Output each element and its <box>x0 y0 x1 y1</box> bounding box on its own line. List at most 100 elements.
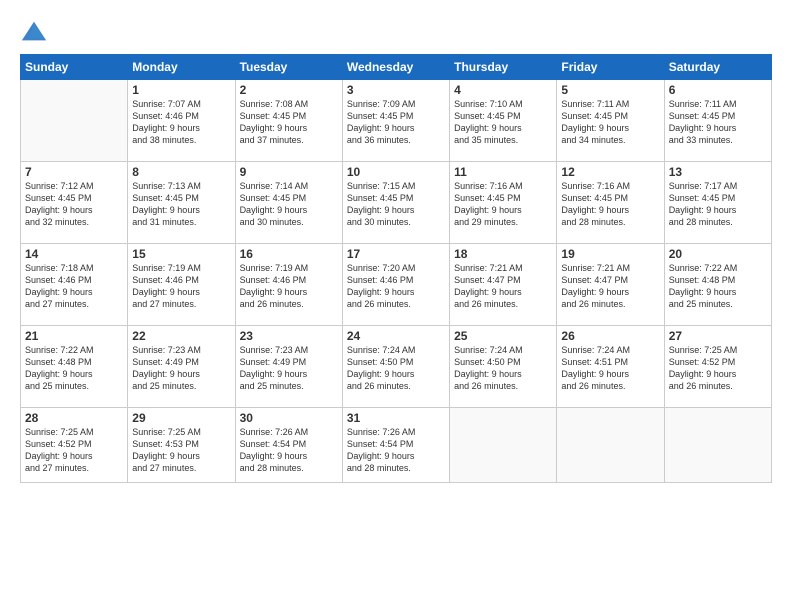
calendar-cell: 24Sunrise: 7:24 AMSunset: 4:50 PMDayligh… <box>342 326 449 408</box>
calendar: SundayMondayTuesdayWednesdayThursdayFrid… <box>20 54 772 483</box>
cell-content: Sunrise: 7:11 AM Sunset: 4:45 PM Daylight:… <box>669 98 767 147</box>
calendar-cell: 10Sunrise: 7:15 AMSunset: 4:45 PMDayligh… <box>342 162 449 244</box>
cell-content: Sunrise: 7:09 AMSunset: 4:45 PMDaylight:… <box>347 98 445 147</box>
cell-line: Daylight: 9 hours <box>240 123 308 133</box>
day-number: 5 <box>561 83 659 97</box>
cell-line: Daylight: 9 hours <box>454 287 522 297</box>
calendar-cell: 2Sunrise: 7:08 AMSunset: 4:45 PMDaylight… <box>235 80 342 162</box>
cell-content: Sunrise: 7:25 AMSunset: 4:53 PMDaylight:… <box>132 426 230 475</box>
cell-content: Sunrise: 7:21 AM Sunset: 4:47 PM Daylight:… <box>454 262 552 311</box>
cell-content: Sunrise: 7:23 AMSunset: 4:49 PMDaylight:… <box>132 344 230 393</box>
cell-line: Daylight: 9 hours <box>240 369 308 379</box>
day-number: 1 <box>132 83 230 97</box>
cell-content: Sunrise: 7:07 AMSunset: 4:46 PMDaylight:… <box>132 98 230 147</box>
cell-line: Daylight: 9 hours <box>454 123 522 133</box>
cell-line: Sunrise: 7:26 AM <box>240 427 309 437</box>
calendar-cell: 12Sunrise: 7:16 AMSunset: 4:45 PMDayligh… <box>557 162 664 244</box>
cell-line: Sunset: 4:46 PM <box>240 275 307 285</box>
cell-content: Sunrise: 7:16 AMSunset: 4:45 PMDaylight:… <box>454 180 552 229</box>
day-number: 6 <box>669 83 767 97</box>
cell-line: and 28 minutes. <box>561 217 625 227</box>
cell-line: Sunrise: 7:11 AM <box>561 99 629 109</box>
calendar-cell <box>450 408 557 483</box>
cell-line: Daylight: 9 hours <box>561 123 629 133</box>
cell-line: Sunset: 4:45 PM <box>132 193 199 203</box>
cell-content: Sunrise: 7:19 AMSunset: 4:46 PMDaylight:… <box>240 262 338 311</box>
calendar-cell: 5 Sunrise: 7:11 AM Sunset: 4:45 PM Daylight… <box>557 80 664 162</box>
cell-line: Sunset: 4:45 PM <box>561 111 628 121</box>
calendar-cell: 3Sunrise: 7:09 AMSunset: 4:45 PMDaylight… <box>342 80 449 162</box>
day-number: 29 <box>132 411 230 425</box>
calendar-cell: 11Sunrise: 7:16 AMSunset: 4:45 PMDayligh… <box>450 162 557 244</box>
cell-line: Sunrise: 7:16 AM <box>454 181 523 191</box>
cell-line: Daylight: 9 hours <box>347 369 415 379</box>
cell-line: Daylight: 9 hours <box>240 451 308 461</box>
cell-content: Sunrise: 7:25 AMSunset: 4:52 PMDaylight:… <box>669 344 767 393</box>
cell-line: Sunset: 4:46 PM <box>25 275 92 285</box>
cell-line: Daylight: 9 hours <box>25 287 93 297</box>
cell-line: Sunrise: 7:17 AM <box>669 181 738 191</box>
day-number: 15 <box>132 247 230 261</box>
cell-line: Sunset: 4:50 PM <box>347 357 414 367</box>
day-number: 14 <box>25 247 123 261</box>
cell-line: and 28 minutes. <box>347 463 411 473</box>
cell-line: Daylight: 9 hours <box>561 287 629 297</box>
logo-icon <box>20 18 48 46</box>
cell-content: Sunrise: 7:22 AMSunset: 4:48 PMDaylight:… <box>669 262 767 311</box>
cell-line: Sunset: 4:49 PM <box>240 357 307 367</box>
cell-content: Sunrise: 7:15 AMSunset: 4:45 PMDaylight:… <box>347 180 445 229</box>
cell-line: Sunrise: 7:25 AM <box>132 427 201 437</box>
cell-line: Sunset: 4:45 PM <box>454 111 521 121</box>
cell-line: Daylight: 9 hours <box>669 123 737 133</box>
calendar-cell: 13Sunrise: 7:17 AMSunset: 4:45 PMDayligh… <box>664 162 771 244</box>
cell-line: Sunrise: 7:21 AM <box>454 263 523 273</box>
cell-line: Sunset: 4:45 PM <box>240 193 307 203</box>
calendar-cell: 20Sunrise: 7:22 AMSunset: 4:48 PMDayligh… <box>664 244 771 326</box>
cell-line: and 38 minutes. <box>132 135 196 145</box>
cell-line: and 25 minutes. <box>25 381 89 391</box>
cell-line: Sunrise: 7:07 AM <box>132 99 201 109</box>
cell-line: Sunrise: 7:11 AM <box>669 99 737 109</box>
cell-line: Sunset: 4:54 PM <box>240 439 307 449</box>
cell-line: Sunset: 4:47 PM <box>454 275 521 285</box>
calendar-cell: 16Sunrise: 7:19 AMSunset: 4:46 PMDayligh… <box>235 244 342 326</box>
day-number: 22 <box>132 329 230 343</box>
day-number: 8 <box>132 165 230 179</box>
cell-line: Daylight: 9 hours <box>669 287 737 297</box>
cell-content: Sunrise: 7:26 AM Sunset: 4:54 PM Daylight:… <box>240 426 338 475</box>
cell-line: and 28 minutes. <box>669 217 733 227</box>
cell-line: Sunset: 4:45 PM <box>240 111 307 121</box>
cell-line: Sunset: 4:47 PM <box>561 275 628 285</box>
week-row-4: 21Sunrise: 7:22 AMSunset: 4:48 PMDayligh… <box>21 326 772 408</box>
cell-line: Sunset: 4:46 PM <box>132 111 199 121</box>
calendar-cell: 23Sunrise: 7:23 AMSunset: 4:49 PMDayligh… <box>235 326 342 408</box>
cell-line: and 26 minutes. <box>561 381 625 391</box>
logo <box>20 16 50 46</box>
cell-line: Daylight: 9 hours <box>561 205 629 215</box>
day-header-wednesday: Wednesday <box>342 55 449 80</box>
cell-line: Sunset: 4:46 PM <box>132 275 199 285</box>
day-number: 9 <box>240 165 338 179</box>
cell-line: and 27 minutes. <box>25 463 89 473</box>
cell-line: Sunset: 4:52 PM <box>669 357 736 367</box>
cell-line: and 28 minutes. <box>240 463 304 473</box>
day-number: 24 <box>347 329 445 343</box>
week-row-5: 28Sunrise: 7:25 AMSunset: 4:52 PMDayligh… <box>21 408 772 483</box>
week-row-2: 7Sunrise: 7:12 AMSunset: 4:45 PMDaylight… <box>21 162 772 244</box>
cell-line: and 31 minutes. <box>132 217 196 227</box>
week-row-1: 1 Sunrise: 7:07 AM Sunset: 4:46 PM Daylight… <box>21 80 772 162</box>
cell-content: Sunrise: 7:17 AMSunset: 4:45 PMDaylight:… <box>669 180 767 229</box>
cell-line: Sunrise: 7:12 AM <box>25 181 94 191</box>
calendar-cell: 18Sunrise: 7:21 AMSunset: 4:47 PMDayligh… <box>450 244 557 326</box>
cell-line: Sunset: 4:45 PM <box>669 111 736 121</box>
cell-line: Sunrise: 7:23 AM <box>240 345 309 355</box>
cell-line: Sunset: 4:45 PM <box>561 193 628 203</box>
day-header-sunday: Sunday <box>21 55 128 80</box>
cell-line: and 34 minutes. <box>561 135 625 145</box>
cell-line: Sunset: 4:45 PM <box>347 111 414 121</box>
calendar-cell: 28Sunrise: 7:25 AMSunset: 4:52 PMDayligh… <box>21 408 128 483</box>
calendar-cell: 1Sunrise: 7:07 AMSunset: 4:46 PMDaylight… <box>128 80 235 162</box>
cell-line: Sunrise: 7:19 AM <box>240 263 309 273</box>
cell-line: and 27 minutes. <box>132 463 196 473</box>
cell-content: Sunrise: 7:14 AMSunset: 4:45 PMDaylight:… <box>240 180 338 229</box>
